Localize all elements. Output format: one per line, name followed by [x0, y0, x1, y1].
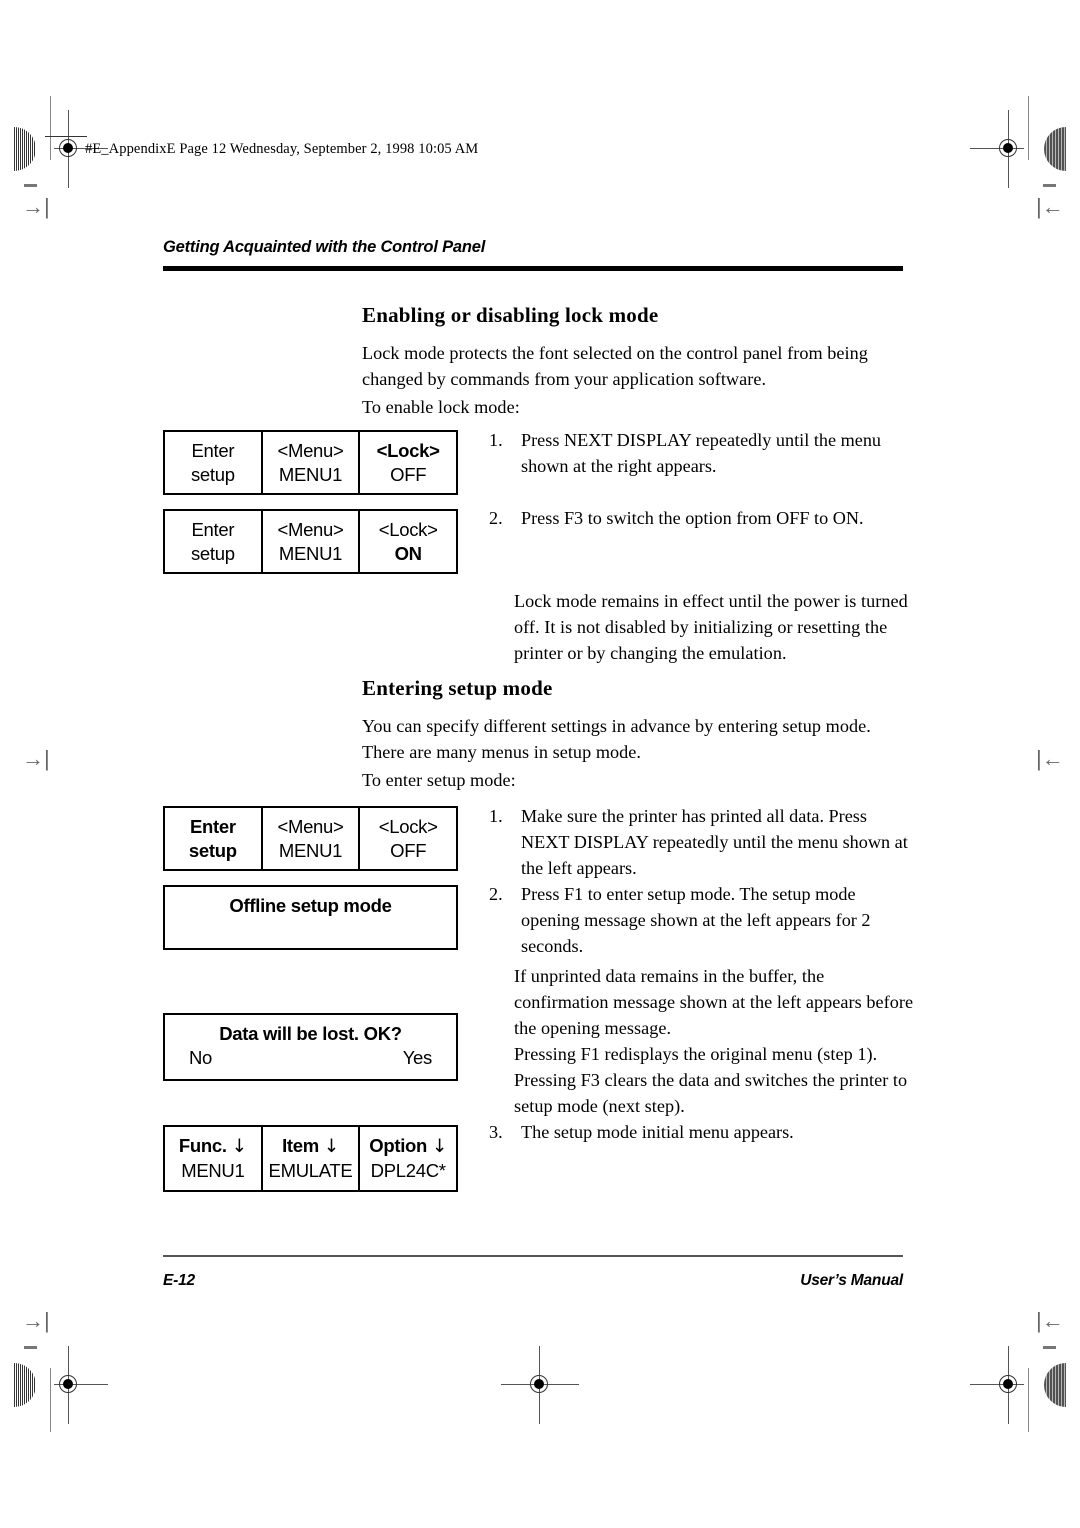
- panel-enter-setup-cell-3-top: <Lock>: [378, 816, 438, 837]
- step-lock-2-number: 2.: [489, 508, 503, 528]
- panel-lock-off-cell-1-top: Enter: [191, 440, 235, 461]
- step-lock-1-text: Press NEXT DISPLAY repeatedly until the …: [521, 430, 882, 476]
- panel-lock-on-cell-2: <Menu> MENU1: [260, 511, 359, 572]
- panel-data-lost-option-no: No: [189, 1047, 213, 1068]
- panel-lock-on-cell-2-bottom: MENU1: [278, 543, 343, 564]
- panel-lock-on-cell-3-bottom: ON: [394, 543, 422, 564]
- step-lock-1: 1. Press NEXT DISPLAY repeatedly until t…: [489, 427, 907, 479]
- panel-initial-menu-cell-1-label: Func.: [178, 1135, 227, 1156]
- panel-initial-menu-cell-2-top: Item ↓: [282, 1134, 339, 1159]
- paragraph-setup-mode-leadin: To enter setup mode:: [362, 770, 516, 790]
- step-setup-1: 1. Make sure the printer has printed all…: [489, 803, 909, 881]
- footer-rule: [163, 1255, 903, 1257]
- panel-data-lost-options: No Yes: [165, 1046, 456, 1070]
- panel-lock-on-cell-3: <Lock> ON: [358, 511, 456, 572]
- panel-lock-off: Enter setup <Menu> MENU1 <Lock> OFF: [163, 430, 458, 495]
- header-rule: [163, 266, 903, 271]
- panel-lock-on-cell-2-top: <Menu>: [277, 519, 344, 540]
- step-setup-3: 3. The setup mode initial menu appears.: [489, 1119, 909, 1145]
- page-number: E-12: [163, 1272, 195, 1289]
- page-content: Getting Acquainted with the Control Pane…: [0, 0, 1080, 1528]
- panel-lock-off-cell-2: <Menu> MENU1: [260, 432, 359, 493]
- panel-lock-off-cell-2-top: <Menu>: [277, 440, 344, 461]
- paragraph-setup-mode-intro: You can specify different settings in ad…: [362, 716, 871, 762]
- panel-lock-off-cell-2-bottom: MENU1: [278, 464, 343, 485]
- step-lock-2: 2. Press F3 to switch the option from OF…: [489, 505, 907, 531]
- manual-title: User’s Manual: [800, 1272, 903, 1289]
- panel-lock-on-cell-3-top: <Lock>: [378, 519, 438, 540]
- panel-lock-on-cell-1-bottom: setup: [190, 543, 235, 564]
- panel-lock-off-cell-1: Enter setup: [165, 432, 261, 493]
- panel-offline-setup-message: Offline setup mode: [229, 895, 392, 916]
- panel-enter-setup-cell-1: Enter setup: [165, 808, 261, 869]
- down-arrow-icon: ↓: [431, 1136, 448, 1157]
- panel-offline-setup: Offline setup mode: [163, 885, 458, 950]
- step-setup-1-text: Make sure the printer has printed all da…: [521, 806, 908, 878]
- panel-initial-menu-cell-3-top: Option ↓: [369, 1134, 447, 1159]
- panel-data-lost: Data will be lost. OK? No Yes: [163, 1013, 458, 1081]
- step-lock-2-text: Press F3 to switch the option from OFF t…: [521, 508, 864, 528]
- heading-lock-mode: Enabling or disabling lock mode: [362, 303, 659, 327]
- panel-initial-menu-cell-3-label: Option: [369, 1135, 428, 1156]
- panel-initial-menu-cell-3: Option ↓ DPL24C*: [358, 1127, 456, 1190]
- panel-enter-setup-cell-2-bottom: MENU1: [278, 840, 343, 861]
- panel-initial-menu-cell-2-label: Item: [282, 1135, 319, 1156]
- panel-data-lost-message: Data will be lost. OK?: [219, 1023, 402, 1044]
- panel-enter-setup-cell-2-top: <Menu>: [277, 816, 344, 837]
- down-arrow-icon: ↓: [231, 1136, 248, 1157]
- running-head: Getting Acquainted with the Control Pane…: [163, 238, 486, 256]
- paragraph-lock-mode-note: Lock mode remains in effect until the po…: [514, 591, 908, 663]
- heading-setup-mode: Entering setup mode: [362, 676, 553, 700]
- paragraph-function-keys: Pressing F1 redisplays the original menu…: [514, 1044, 908, 1116]
- paragraph-lock-mode-intro: Lock mode protects the font selected on …: [362, 343, 868, 389]
- panel-enter-setup-cell-3-bottom: OFF: [390, 840, 427, 861]
- panel-enter-setup: Enter setup <Menu> MENU1 <Lock> OFF: [163, 806, 458, 871]
- panel-initial-menu-cell-3-bottom: DPL24C*: [370, 1160, 446, 1181]
- paragraph-lock-mode-leadin: To enable lock mode:: [362, 397, 520, 417]
- step-setup-1-number: 1.: [489, 806, 503, 826]
- step-lock-1-number: 1.: [489, 430, 503, 450]
- panel-initial-menu-cell-1-bottom: MENU1: [181, 1160, 245, 1181]
- down-arrow-icon: ↓: [323, 1136, 340, 1157]
- panel-enter-setup-cell-2: <Menu> MENU1: [260, 808, 359, 869]
- step-setup-3-number: 3.: [489, 1122, 503, 1142]
- panel-enter-setup-cell-3: <Lock> OFF: [358, 808, 456, 869]
- panel-initial-menu-cell-2: Item ↓ EMULATE: [260, 1127, 359, 1190]
- step-setup-2-text: Press F1 to enter setup mode. The setup …: [521, 884, 871, 956]
- paragraph-buffer-note: If unprinted data remains in the buffer,…: [514, 966, 914, 1038]
- panel-initial-menu-cell-2-bottom: EMULATE: [268, 1160, 353, 1181]
- panel-lock-off-cell-3-bottom: OFF: [390, 464, 427, 485]
- panel-lock-off-cell-3: <Lock> OFF: [358, 432, 456, 493]
- step-setup-2: 2. Press F1 to enter setup mode. The set…: [489, 881, 909, 959]
- panel-lock-off-cell-1-bottom: setup: [190, 464, 235, 485]
- panel-initial-menu-cell-1-top: Func. ↓: [179, 1134, 247, 1159]
- panel-initial-menu: Func. ↓ MENU1 Item ↓ EMULATE Option ↓ DP…: [163, 1125, 458, 1192]
- panel-lock-on: Enter setup <Menu> MENU1 <Lock> ON: [163, 509, 458, 574]
- panel-data-lost-option-yes: Yes: [402, 1047, 433, 1068]
- panel-enter-setup-cell-1-bottom: setup: [188, 840, 237, 861]
- panel-enter-setup-cell-1-top: Enter: [189, 816, 236, 837]
- step-setup-2-number: 2.: [489, 884, 503, 904]
- panel-lock-on-cell-1-top: Enter: [191, 519, 235, 540]
- step-setup-3-text: The setup mode initial menu appears.: [521, 1122, 794, 1142]
- panel-lock-on-cell-1: Enter setup: [165, 511, 261, 572]
- panel-lock-off-cell-3-top: <Lock>: [376, 440, 440, 461]
- panel-initial-menu-cell-1: Func. ↓ MENU1: [165, 1127, 261, 1190]
